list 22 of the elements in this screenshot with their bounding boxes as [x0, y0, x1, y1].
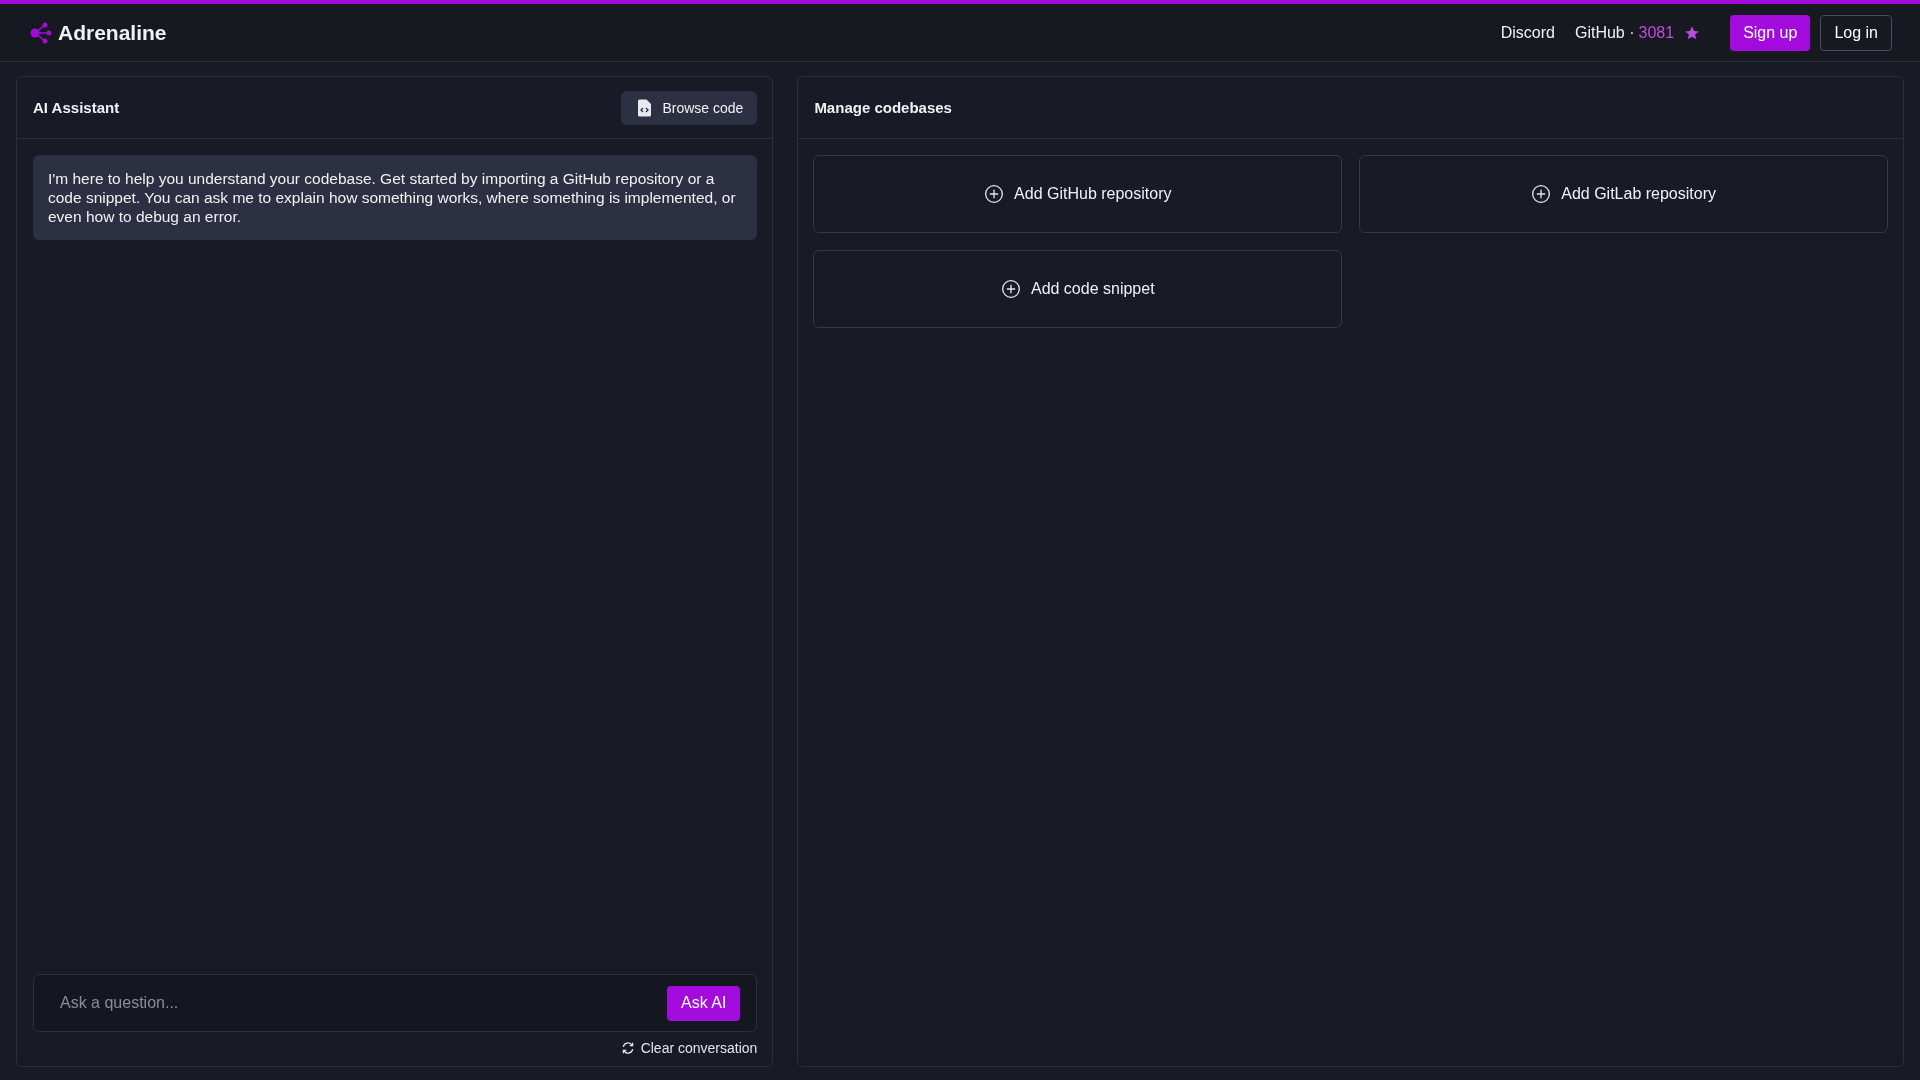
add-codebase-button[interactable]: Add GitHub repository	[813, 155, 1343, 233]
assistant-message: I'm here to help you understand your codebase. Get started by importing a GitHub repository or a code snippet. You can ask me to explain how something works, where something is implemented, or even how to debug an error.	[33, 155, 758, 240]
signup-button[interactable]: Sign up	[1730, 14, 1811, 51]
star-icon	[1684, 24, 1701, 41]
browse-code-button[interactable]: Browse code	[621, 90, 758, 125]
brand-name: Adrenaline	[58, 20, 167, 45]
plus-circle-icon	[984, 184, 1005, 204]
add-codebase-button[interactable]: Add GitLab repository	[1359, 155, 1888, 233]
clear-conversation-button[interactable]: Clear conversation	[620, 1040, 758, 1056]
refresh-icon	[620, 1041, 635, 1055]
plus-circle-icon	[1000, 279, 1021, 299]
question-input[interactable]: Ask a question... Ask AI	[33, 974, 758, 1032]
login-button[interactable]: Log in	[1820, 14, 1892, 51]
file-code-icon	[637, 98, 653, 117]
ask-ai-button[interactable]: Ask AI	[667, 985, 741, 1021]
github-link[interactable]: GitHub · 3081	[1574, 23, 1701, 42]
plus-circle-icon	[1531, 184, 1552, 204]
logo-icon	[30, 21, 52, 44]
add-codebase-button[interactable]: Add code snippet	[813, 250, 1343, 328]
panel-title: AI Assistant	[33, 99, 120, 116]
nav-link[interactable]: Discord	[1500, 23, 1555, 42]
panel-title: Manage codebases	[814, 99, 952, 116]
